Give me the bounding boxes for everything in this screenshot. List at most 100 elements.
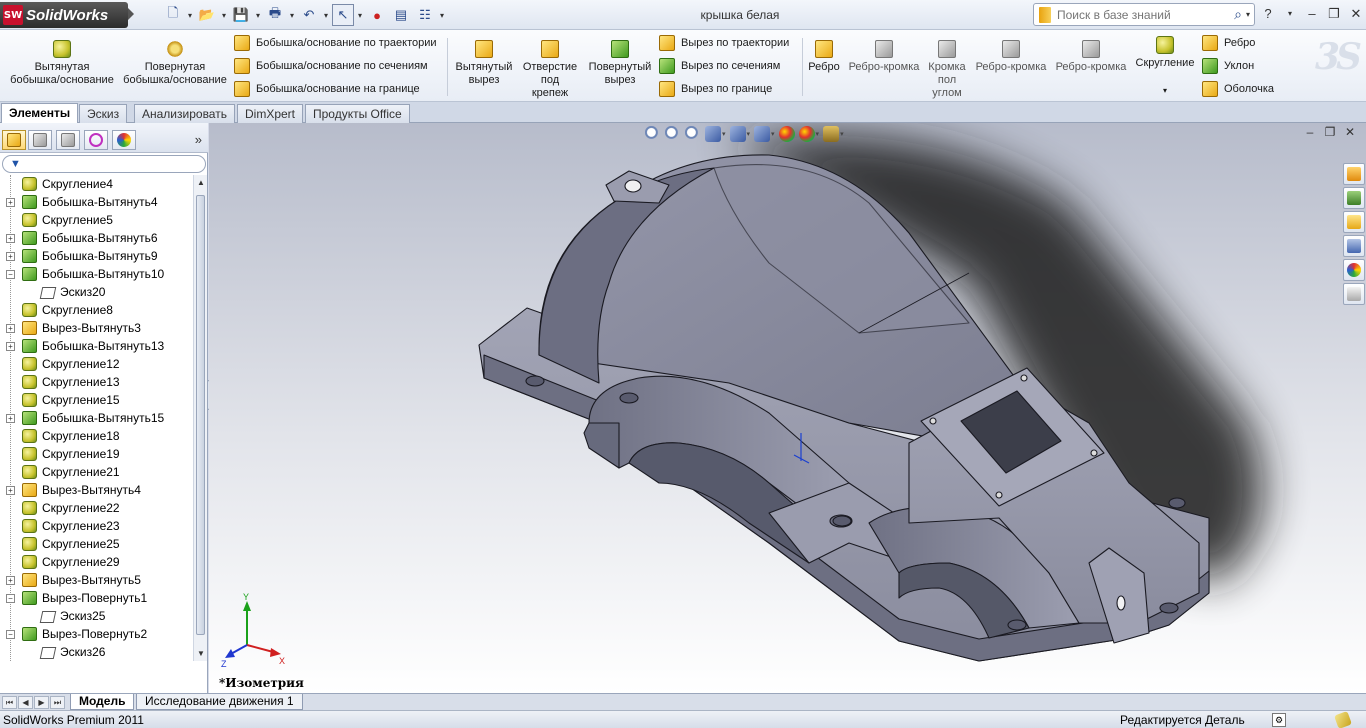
print-icon[interactable]: 🖶 <box>264 4 286 26</box>
zoom-to-fit-icon[interactable] <box>645 126 661 142</box>
expand-icon[interactable]: + <box>6 234 15 243</box>
custom-properties-tab[interactable] <box>1343 283 1365 305</box>
chevron-down-icon[interactable]: ▾ <box>1132 84 1198 97</box>
first-tab-icon[interactable]: ⏮ <box>2 696 17 709</box>
tree-item[interactable]: + Бобышка-Вытянуть15 <box>0 409 194 427</box>
tab-motion-study[interactable]: Исследование движения 1 <box>136 694 303 710</box>
revolved-boss-button[interactable]: Повернутая бобышка/основание <box>121 40 229 87</box>
filter-funnel-icon[interactable]: ▼ <box>10 158 21 170</box>
search-icon[interactable]: ⌕ <box>1234 6 1242 23</box>
tree-item[interactable]: Скругление13 <box>0 373 194 391</box>
tree-filter-bar[interactable]: ▼ <box>2 155 206 173</box>
tree-item[interactable]: + Вырез-Вытянуть3 <box>0 319 194 337</box>
section-view-icon[interactable] <box>705 126 721 142</box>
chevron-down-icon[interactable]: ▾ <box>322 11 330 20</box>
viewport-close-icon[interactable]: ✕ <box>1342 123 1358 141</box>
rib-edge-button-2[interactable]: Ребро-кромка <box>972 40 1050 74</box>
rib-edge-button-1[interactable]: Ребро-кромка <box>846 40 922 74</box>
chevron-down-icon[interactable]: ▾ <box>186 11 194 20</box>
open-folder-icon[interactable]: 📂 <box>196 4 218 26</box>
graphics-area[interactable]: ▾ ▾ ▾ ▾ ▾ – ❐ ✕ Y X Z *Изометрия <box>209 123 1366 693</box>
swept-cut-button[interactable]: Вырез по траектории <box>659 33 789 53</box>
select-pointer-icon[interactable]: ↖ <box>332 4 354 26</box>
rebuild-traffic-light-icon[interactable]: ● <box>366 4 388 26</box>
menu-expand-arrow-icon[interactable] <box>128 8 134 20</box>
view-settings-icon[interactable] <box>823 126 840 142</box>
file-explorer-tab[interactable] <box>1343 211 1365 233</box>
last-tab-icon[interactable]: ⏭ <box>50 696 65 709</box>
minimize-icon[interactable]: – <box>1302 4 1322 24</box>
expand-icon[interactable]: + <box>6 486 15 495</box>
undo-icon[interactable]: ↶ <box>298 4 320 26</box>
display-manager-tab[interactable] <box>112 130 136 150</box>
revolved-cut-button[interactable]: Повернутый вырез <box>585 40 655 87</box>
tab-evaluate[interactable]: Анализировать <box>134 104 235 123</box>
property-manager-tab[interactable] <box>28 130 52 150</box>
save-icon[interactable]: 💾 <box>230 4 252 26</box>
shell-button[interactable]: Оболочка <box>1202 79 1274 99</box>
collapse-icon[interactable]: − <box>6 630 15 639</box>
tab-features[interactable]: Элементы <box>1 103 79 124</box>
appearances-tab[interactable] <box>1343 259 1365 281</box>
collapse-icon[interactable]: − <box>6 594 15 603</box>
previous-view-icon[interactable] <box>685 126 701 142</box>
scrollbar-thumb[interactable] <box>196 195 205 635</box>
chevron-down-icon[interactable]: ▾ <box>438 11 446 20</box>
tree-item[interactable]: Скругление18 <box>0 427 194 445</box>
tree-scrollbar[interactable]: ▲ ▼ <box>193 175 207 661</box>
chevron-down-icon[interactable]: ▾ <box>288 11 296 20</box>
hole-wizard-button[interactable]: Отверстие под крепеж <box>520 40 580 100</box>
view-palette-tab[interactable] <box>1343 235 1365 257</box>
rebuild-status-icon[interactable]: ⚙ <box>1272 713 1286 727</box>
expand-icon[interactable]: + <box>6 414 15 423</box>
tree-item[interactable]: Скругление25 <box>0 535 194 553</box>
fillet-button[interactable]: Скругление ▾ <box>1132 36 1198 97</box>
extruded-cut-button[interactable]: Вытянутый вырез <box>452 40 516 87</box>
viewport-minimize-icon[interactable]: – <box>1302 123 1318 141</box>
next-tab-icon[interactable]: ▶ <box>34 696 49 709</box>
tree-item[interactable]: Скругление22 <box>0 499 194 517</box>
viewport-restore-icon[interactable]: ❐ <box>1322 123 1338 141</box>
tree-item[interactable]: + Бобышка-Вытянуть6 <box>0 229 194 247</box>
display-style-icon[interactable] <box>754 126 771 142</box>
tree-item[interactable]: Скругление12 <box>0 355 194 373</box>
tree-item[interactable]: Скругление19 <box>0 445 194 463</box>
chevron-down-icon[interactable]: ▾ <box>722 130 726 138</box>
tab-sketch[interactable]: Эскиз <box>79 104 128 123</box>
tree-item[interactable]: Эскиз25 <box>0 607 194 625</box>
chevron-down-icon[interactable]: ▾ <box>254 11 262 20</box>
help-button[interactable]: ? <box>1258 4 1278 24</box>
design-library-tab[interactable] <box>1343 187 1365 209</box>
close-icon[interactable]: ✕ <box>1346 4 1366 24</box>
swept-boss-button[interactable]: Бобышка/основание по траектории <box>234 33 437 53</box>
extruded-boss-button[interactable]: Вытянутая бобышка/основание <box>8 40 116 87</box>
expand-icon[interactable]: + <box>6 198 15 207</box>
tree-item[interactable]: − Бобышка-Вытянуть10 <box>0 265 194 283</box>
tree-item[interactable]: − Вырез-Повернуть1 <box>0 589 194 607</box>
collapse-icon[interactable]: − <box>6 270 15 279</box>
dimxpert-manager-tab[interactable] <box>84 130 108 150</box>
rib-edge-button-3[interactable]: Ребро-кромка <box>1052 40 1130 74</box>
tree-item[interactable]: + Бобышка-Вытянуть9 <box>0 247 194 265</box>
rib-small-button[interactable]: Ребро <box>1202 33 1255 53</box>
tree-item[interactable]: Скругление5 <box>0 211 194 229</box>
search-input[interactable] <box>1057 7 1217 22</box>
lofted-cut-button[interactable]: Вырез по сечениям <box>659 56 780 76</box>
chevron-down-icon[interactable]: ▾ <box>220 11 228 20</box>
help-dropdown-icon[interactable]: ▾ <box>1280 4 1300 24</box>
expand-icon[interactable]: + <box>6 324 15 333</box>
chevron-down-icon[interactable]: ▾ <box>356 11 364 20</box>
tree-item[interactable]: Скругление4 <box>0 175 194 193</box>
view-orientation-icon[interactable] <box>729 126 746 142</box>
file-properties-icon[interactable]: ▤ <box>390 4 412 26</box>
chevron-down-icon[interactable]: ▾ <box>840 130 844 138</box>
tree-item[interactable]: + Вырез-Вытянуть5 <box>0 571 194 589</box>
scroll-down-icon[interactable]: ▼ <box>197 649 205 658</box>
tree-item[interactable]: Скругление15 <box>0 391 194 409</box>
tree-item[interactable]: − Вырез-Повернуть2 <box>0 625 194 643</box>
tree-item[interactable]: Эскиз20 <box>0 283 194 301</box>
tag-icon[interactable] <box>1334 711 1352 728</box>
expand-icon[interactable]: + <box>6 576 15 585</box>
tree-item[interactable]: Скругление8 <box>0 301 194 319</box>
tab-office-products[interactable]: Продукты Office <box>305 104 410 123</box>
